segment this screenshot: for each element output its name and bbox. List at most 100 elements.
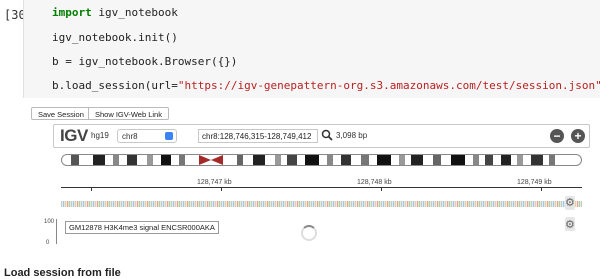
sequence-base	[497, 201, 499, 207]
sequence-base	[97, 201, 99, 207]
sequence-base	[347, 201, 349, 207]
save-session-button[interactable]: Save Session	[31, 107, 91, 120]
genome-label[interactable]: hg19	[91, 131, 109, 140]
sequence-base	[69, 201, 71, 207]
sequence-base	[523, 201, 525, 207]
sequence-base	[485, 201, 487, 207]
sequence-base	[255, 201, 257, 207]
sequence-base	[481, 201, 483, 207]
sequence-base	[307, 201, 309, 207]
sequence-base	[191, 201, 193, 207]
sequence-base	[411, 201, 413, 207]
sequence-base	[401, 201, 403, 207]
sequence-base	[529, 201, 531, 207]
sequence-base	[505, 201, 507, 207]
sequence-base	[415, 201, 417, 207]
sequence-base	[287, 201, 289, 207]
sequence-base	[95, 201, 97, 207]
sequence-base	[245, 201, 247, 207]
ideogram[interactable]	[61, 154, 582, 166]
sequence-base	[73, 201, 75, 207]
locus-input[interactable]: chr8:128,746,315-128,749,412	[198, 129, 318, 143]
sequence-base	[453, 201, 455, 207]
sequence-base	[171, 201, 173, 207]
sequence-base	[459, 201, 461, 207]
sequence-base	[321, 201, 323, 207]
sequence-base	[429, 201, 431, 207]
sequence-base	[189, 201, 191, 207]
sequence-base	[521, 201, 523, 207]
sequence-base	[167, 201, 169, 207]
gear-icon[interactable]: ⚙	[565, 219, 575, 230]
sequence-base	[455, 201, 457, 207]
sequence-base	[63, 201, 65, 207]
show-web-link-button[interactable]: Show IGV-Web Link	[88, 107, 169, 120]
sequence-base	[503, 201, 505, 207]
sequence-base	[549, 201, 551, 207]
code-line-4: b.load_session(url="https://igv-genepatt…	[52, 79, 600, 92]
sequence-base	[575, 201, 577, 207]
sequence-track[interactable]	[61, 201, 582, 207]
sequence-base	[277, 201, 279, 207]
sequence-base	[309, 201, 311, 207]
sequence-base	[165, 201, 167, 207]
sequence-base	[299, 201, 301, 207]
sequence-base	[511, 201, 513, 207]
sequence-base	[297, 201, 299, 207]
sequence-base	[137, 201, 139, 207]
sequence-base	[561, 201, 563, 207]
sequence-base	[173, 201, 175, 207]
sequence-base	[469, 201, 471, 207]
sequence-base	[487, 201, 489, 207]
sequence-base	[131, 201, 133, 207]
code-text: igv_notebook	[91, 6, 178, 19]
search-icon[interactable]	[321, 129, 333, 141]
sequence-base	[577, 201, 579, 207]
sequence-base	[581, 201, 582, 207]
sequence-base	[439, 201, 441, 207]
sequence-base	[197, 201, 199, 207]
sequence-base	[83, 201, 85, 207]
sequence-base	[275, 201, 277, 207]
igv-output: Save Session Show IGV-Web Link IGV hg19 …	[23, 99, 600, 275]
session-button-row: Save Session Show IGV-Web Link	[31, 107, 591, 120]
sequence-base	[331, 201, 333, 207]
sequence-base	[267, 201, 269, 207]
sequence-base	[155, 201, 157, 207]
sequence-base	[527, 201, 529, 207]
sequence-base	[147, 201, 149, 207]
sequence-base	[193, 201, 195, 207]
chromosome-select[interactable]: chr8	[117, 129, 177, 143]
sequence-base	[365, 201, 367, 207]
sequence-base	[381, 201, 383, 207]
sequence-base	[103, 201, 105, 207]
sequence-base	[383, 201, 385, 207]
gear-icon[interactable]: ⚙	[565, 197, 575, 208]
sequence-base	[79, 201, 81, 207]
sequence-base	[417, 201, 419, 207]
ruler-tick	[221, 187, 222, 191]
sequence-base	[247, 201, 249, 207]
sequence-base	[89, 201, 91, 207]
zoom-in-button[interactable]: +	[571, 129, 585, 143]
sequence-base	[407, 201, 409, 207]
sequence-base	[221, 201, 223, 207]
sequence-base	[377, 201, 379, 207]
sequence-base	[427, 201, 429, 207]
sequence-base	[435, 201, 437, 207]
sequence-base	[129, 201, 131, 207]
sequence-base	[447, 201, 449, 207]
sequence-base	[451, 201, 453, 207]
sequence-base	[265, 201, 267, 207]
zoom-out-button[interactable]: −	[550, 129, 564, 143]
sequence-base	[257, 201, 259, 207]
sequence-base	[151, 201, 153, 207]
code-line-1: import igv_notebook	[52, 6, 178, 19]
sequence-base	[211, 201, 213, 207]
sequence-base	[99, 201, 101, 207]
sequence-base	[163, 201, 165, 207]
sequence-base	[141, 201, 143, 207]
sequence-base	[133, 201, 135, 207]
sequence-base	[223, 201, 225, 207]
code-cell[interactable]: import igv_notebook igv_notebook.init() …	[23, 0, 600, 98]
